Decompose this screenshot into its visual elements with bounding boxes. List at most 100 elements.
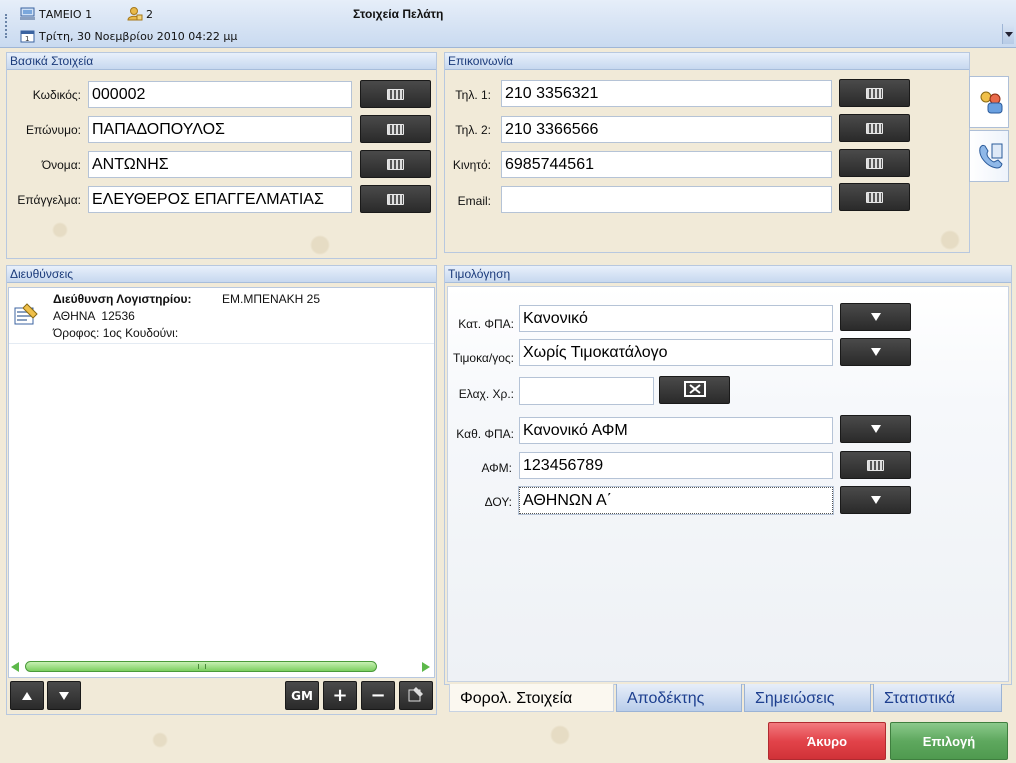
vat-status-field[interactable]: Κανονικό ΑΦΜ xyxy=(519,417,833,444)
page-title: Στοιχεία Πελάτη xyxy=(353,7,444,21)
add-address-button[interactable]: + xyxy=(323,681,357,710)
mobile-label: Κινητό: xyxy=(452,158,491,172)
surname-field[interactable]: ΠΑΠΑΔΟΠΟΥΛΟΣ xyxy=(88,116,352,143)
afm-label: ΑΦΜ: xyxy=(481,461,512,475)
min-charge-field[interactable] xyxy=(519,377,654,405)
pricelist-field[interactable]: Χωρίς Τιμοκατάλογο xyxy=(519,339,833,366)
mobile-field[interactable]: 6985744561 xyxy=(501,151,832,178)
phone2-field[interactable]: 210 3366566 xyxy=(501,116,832,143)
email-keyboard-button[interactable] xyxy=(839,183,910,211)
basic-info-header: Βασικά Στοιχεία xyxy=(7,53,436,70)
scrollbar-thumb[interactable] xyxy=(25,661,377,672)
tab-recipient[interactable]: Αποδέκτης xyxy=(616,684,742,712)
email-field[interactable] xyxy=(501,186,832,213)
address-floor: Όροφος: 1ος Κουδούνι: xyxy=(53,326,179,340)
grip-icon xyxy=(198,664,206,669)
register-icon xyxy=(20,7,35,24)
tab-notes[interactable]: Σημειώσεις xyxy=(744,684,871,712)
scroll-right-icon[interactable] xyxy=(422,662,430,672)
contact-tab-people[interactable] xyxy=(969,76,1009,128)
vat-category-label: Κατ. ΦΠΑ: xyxy=(458,317,514,331)
vat-category-dropdown-button[interactable] xyxy=(840,303,911,331)
vat-category-field[interactable]: Κανονικό xyxy=(519,305,833,332)
horizontal-scrollbar[interactable] xyxy=(11,660,432,674)
keyboard-icon xyxy=(866,157,883,169)
profession-keyboard-button[interactable] xyxy=(360,185,431,213)
keyboard-icon xyxy=(866,191,883,203)
keyboard-icon xyxy=(866,122,883,134)
pricelist-dropdown-button[interactable] xyxy=(840,338,911,366)
user-count: 2 xyxy=(146,8,153,21)
doy-dropdown-button[interactable] xyxy=(840,486,911,514)
phone1-label: Τηλ. 1: xyxy=(455,88,491,102)
tab-statistics[interactable]: Στατιστικά xyxy=(873,684,1002,712)
min-charge-label: Ελαχ. Χρ.: xyxy=(458,387,514,401)
keyboard-icon xyxy=(866,87,883,99)
select-button[interactable]: Επιλογή xyxy=(890,722,1008,760)
code-label: Κωδικός: xyxy=(32,88,81,102)
edit-icon xyxy=(408,686,424,705)
scroll-left-icon[interactable] xyxy=(11,662,19,672)
keyboard-icon xyxy=(387,123,404,135)
move-up-button[interactable] xyxy=(10,681,44,710)
address-street: ΕΜ.ΜΠΕΝΑΚΗ 25 xyxy=(222,292,321,306)
address-type-label: Διεύθυνση Λογιστηρίου: xyxy=(53,292,192,306)
contact-header: Επικοινωνία xyxy=(445,53,969,70)
gm-button[interactable]: GM xyxy=(285,681,319,710)
email-label: Email: xyxy=(457,194,491,208)
keyboard-icon xyxy=(867,459,884,471)
move-down-button[interactable] xyxy=(47,681,81,710)
list-item[interactable]: Διεύθυνση Λογιστηρίου: ΕΜ.ΜΠΕΝΑΚΗ 25 ΑΘΗ… xyxy=(9,288,434,344)
phone1-keyboard-button[interactable] xyxy=(839,79,910,107)
cancel-button[interactable]: Άκυρο xyxy=(768,722,886,760)
profession-field[interactable]: ΕΛΕΥΘΕΡΟΣ ΕΠΑΓΓΕΛΜΑΤΙΑΣ xyxy=(88,186,352,213)
vat-status-dropdown-button[interactable] xyxy=(840,415,911,443)
profession-label: Επάγγελμα: xyxy=(17,193,81,207)
people-icon xyxy=(976,88,1006,119)
phone-icon xyxy=(976,142,1006,173)
top-bar: ΤΑΜΕΙΟ 1 2 Στοιχεία Πελάτη 1 Τρίτη, 30 Ν… xyxy=(0,0,1016,48)
keyboard-icon xyxy=(387,88,404,100)
arrow-up-icon xyxy=(22,691,32,700)
clear-icon xyxy=(683,380,706,400)
keyboard-icon xyxy=(387,158,404,170)
edit-address-button[interactable] xyxy=(399,681,433,710)
user-icon xyxy=(127,6,143,24)
pricelist-label: Τιμοκα/γος: xyxy=(452,351,514,365)
billing-header: Τιμολόγηση xyxy=(445,266,1011,283)
addresses-header: Διευθύνσεις xyxy=(7,266,436,283)
mobile-keyboard-button[interactable] xyxy=(839,149,910,177)
chevron-down-icon xyxy=(870,348,881,356)
name-keyboard-button[interactable] xyxy=(360,150,431,178)
arrow-down-icon xyxy=(59,691,69,700)
phone2-label: Τηλ. 2: xyxy=(455,123,491,137)
contact-tab-phone[interactable] xyxy=(969,130,1009,182)
keyboard-icon xyxy=(387,193,404,205)
afm-field[interactable]: 123456789 xyxy=(519,452,833,479)
code-keyboard-button[interactable] xyxy=(360,80,431,108)
code-field[interactable]: 000002 xyxy=(88,81,352,108)
address-edit-icon xyxy=(13,302,39,331)
clear-min-charge-button[interactable] xyxy=(659,376,730,404)
tab-tax-details[interactable]: Φορολ. Στοιχεία xyxy=(449,684,614,712)
name-label: Όνομα: xyxy=(41,158,81,172)
register-label: ΤΑΜΕΙΟ 1 xyxy=(39,8,93,21)
phone1-field[interactable]: 210 3356321 xyxy=(501,80,832,107)
doy-label: ΔΟΥ: xyxy=(484,495,512,509)
name-field[interactable]: ΑΝΤΩΝΗΣ xyxy=(88,151,352,178)
chevron-down-icon xyxy=(870,313,881,321)
doy-field[interactable]: ΑΘΗΝΩΝ Α΄ xyxy=(518,486,834,515)
toolbar-grip[interactable] xyxy=(5,14,8,38)
remove-address-button[interactable]: − xyxy=(361,681,395,710)
address-list[interactable]: Διεύθυνση Λογιστηρίου: ΕΜ.ΜΠΕΝΑΚΗ 25 ΑΘΗ… xyxy=(8,287,435,678)
chevron-down-icon xyxy=(870,496,881,504)
datetime: Τρίτη, 30 Νοεμβρίου 2010 04:22 μμ xyxy=(39,30,238,43)
toolbar-dropdown[interactable] xyxy=(1002,24,1014,44)
calendar-icon: 1 xyxy=(20,29,35,46)
address-city: ΑΘΗΝΑ 12536 xyxy=(53,309,135,323)
afm-keyboard-button[interactable] xyxy=(840,451,911,479)
surname-keyboard-button[interactable] xyxy=(360,115,431,143)
phone2-keyboard-button[interactable] xyxy=(839,114,910,142)
chevron-down-icon xyxy=(870,425,881,433)
chevron-down-icon xyxy=(1005,32,1013,37)
